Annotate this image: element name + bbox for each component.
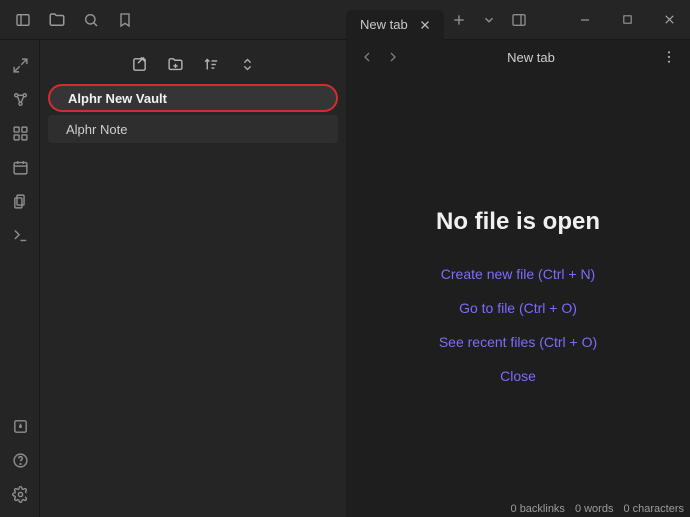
file-explorer-icon[interactable] <box>42 5 72 35</box>
status-backlinks: 0 backlinks <box>511 503 565 515</box>
new-tab-button[interactable] <box>444 5 474 35</box>
right-sidebar-toggle-icon[interactable] <box>504 5 534 35</box>
file-item-selected[interactable]: Alphr New Vault <box>48 84 338 112</box>
back-icon[interactable] <box>354 44 380 70</box>
maximize-button[interactable] <box>606 5 648 35</box>
graph-view-icon[interactable] <box>0 82 40 116</box>
titlebar-left <box>0 5 346 35</box>
titlebar: New tab <box>0 0 690 40</box>
file-pane-toolbar <box>48 48 338 84</box>
file-item-label: Alphr Note <box>66 122 127 137</box>
see-recent-files-link[interactable]: See recent files (Ctrl + O) <box>439 334 597 350</box>
editor-title: New tab <box>406 50 656 65</box>
more-options-icon[interactable] <box>656 44 682 70</box>
minimize-button[interactable] <box>564 5 606 35</box>
tab-strip: New tab <box>346 0 690 39</box>
vault-icon[interactable] <box>0 409 40 443</box>
left-sidebar-toggle-icon[interactable] <box>8 5 38 35</box>
settings-icon[interactable] <box>0 477 40 511</box>
close-icon[interactable] <box>416 16 434 34</box>
collapse-icon[interactable] <box>235 54 259 74</box>
window-controls <box>564 5 690 35</box>
create-new-file-link[interactable]: Create new file (Ctrl + N) <box>441 266 595 282</box>
help-icon[interactable] <box>0 443 40 477</box>
go-to-file-link[interactable]: Go to file (Ctrl + O) <box>459 300 577 316</box>
file-explorer-pane: Alphr New Vault Alphr Note <box>40 40 346 517</box>
editor-area: New tab No file is open Create new file … <box>346 40 690 517</box>
ribbon-bottom <box>0 409 39 517</box>
status-words: 0 words <box>575 503 614 515</box>
tab-dropdown-icon[interactable] <box>474 5 504 35</box>
file-item[interactable]: Alphr Note <box>48 115 338 143</box>
tab-label: New tab <box>360 17 408 32</box>
canvas-icon[interactable] <box>0 116 40 150</box>
forward-icon[interactable] <box>380 44 406 70</box>
empty-heading: No file is open <box>436 208 600 236</box>
tab-new-tab[interactable]: New tab <box>346 10 444 40</box>
empty-state: No file is open Create new file (Ctrl + … <box>346 74 690 517</box>
new-note-icon[interactable] <box>127 54 151 74</box>
status-bar: 0 backlinks 0 words 0 characters <box>511 503 684 515</box>
daily-note-icon[interactable] <box>0 150 40 184</box>
command-palette-icon[interactable] <box>0 218 40 252</box>
search-icon[interactable] <box>76 5 106 35</box>
main-row: Alphr New Vault Alphr Note New tab No fi… <box>0 40 690 517</box>
close-link[interactable]: Close <box>500 368 536 384</box>
bookmark-icon[interactable] <box>110 5 140 35</box>
sort-icon[interactable] <box>199 54 223 74</box>
file-item-label: Alphr New Vault <box>68 91 167 106</box>
left-ribbon <box>0 40 40 517</box>
status-characters: 0 characters <box>623 503 684 515</box>
quick-switcher-icon[interactable] <box>0 48 40 82</box>
templates-icon[interactable] <box>0 184 40 218</box>
editor-header: New tab <box>346 40 690 74</box>
close-window-button[interactable] <box>648 5 690 35</box>
new-folder-icon[interactable] <box>163 54 187 74</box>
